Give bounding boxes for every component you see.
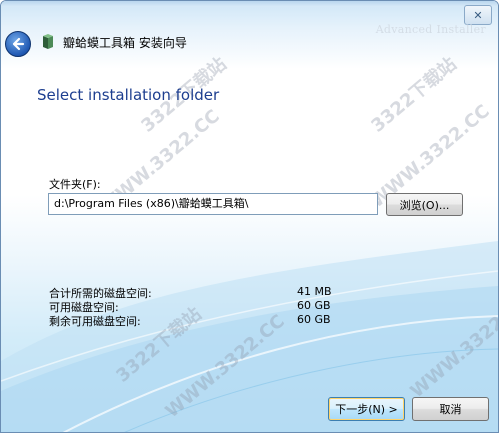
arrow-left-icon — [12, 37, 25, 51]
remaining-space-label: 剩余可用磁盘空间: — [49, 315, 141, 328]
available-space-value: 60 GB — [297, 299, 331, 312]
browse-button[interactable]: 浏览(O)... — [386, 193, 463, 216]
window-title: 瓣蛤蟆工具箱 安装向导 — [63, 36, 187, 50]
folder-label: 文件夹(F): — [49, 178, 101, 191]
app-icon — [43, 34, 53, 49]
next-button[interactable]: 下一步(N) > — [328, 397, 405, 421]
close-icon: ✕ — [473, 8, 483, 22]
brand-text: Advanced Installer — [375, 23, 486, 36]
window-frame-top — [1, 1, 498, 7]
close-button[interactable]: ✕ — [464, 5, 492, 25]
remaining-space-value: 60 GB — [297, 313, 331, 326]
folder-path-input[interactable]: d:\Program Files (x86)\瓣蛤蟆工具箱\ — [48, 193, 378, 215]
cancel-button[interactable]: 取消 — [412, 397, 489, 421]
page-title: Select installation folder — [37, 86, 220, 104]
back-button[interactable] — [5, 31, 31, 57]
required-space-value: 41 MB — [297, 285, 332, 298]
installer-window: 3322下载站 3322下载站 WWW.3322.CC WWW.3322.CC … — [0, 0, 499, 433]
